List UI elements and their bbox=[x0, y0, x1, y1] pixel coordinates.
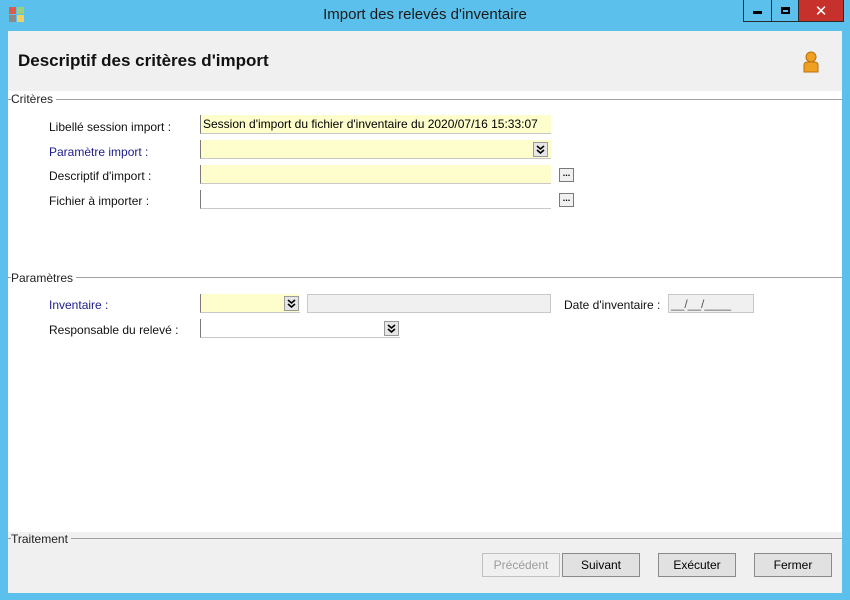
fichier-importer-field[interactable] bbox=[200, 190, 551, 209]
parametre-import-dropdown-button[interactable] bbox=[533, 142, 548, 157]
minimize-button[interactable] bbox=[743, 0, 772, 22]
responsable-label: Responsable du relevé : bbox=[49, 323, 179, 337]
chevron-down-icon bbox=[387, 324, 396, 333]
fichier-importer-label: Fichier à importer : bbox=[49, 194, 150, 208]
responsable-dropdown-button[interactable] bbox=[384, 321, 399, 336]
date-inventaire-field[interactable]: __/__/____ bbox=[668, 294, 754, 313]
window-title: Import des relevés d'inventaire bbox=[323, 6, 527, 23]
traitement-group-label: Traitement bbox=[11, 532, 71, 546]
maximize-icon bbox=[780, 7, 790, 14]
suivant-button[interactable]: Suivant bbox=[562, 553, 640, 577]
close-icon: ✕ bbox=[814, 2, 828, 20]
inventaire-dropdown-button[interactable] bbox=[284, 296, 299, 311]
chevron-down-icon bbox=[536, 145, 545, 154]
inventaire-label: Inventaire : bbox=[49, 298, 109, 312]
parametre-import-select[interactable] bbox=[200, 140, 551, 159]
title-bar[interactable]: Import des relevés d'inventaire ✕ bbox=[0, 0, 850, 30]
parametres-divider bbox=[8, 277, 842, 278]
descriptif-browse-button[interactable]: ... bbox=[559, 168, 574, 182]
traitement-divider bbox=[8, 538, 842, 539]
chevron-down-icon bbox=[287, 299, 296, 308]
minimize-icon bbox=[753, 11, 762, 14]
criteres-group-label: Critères bbox=[11, 92, 57, 106]
criteres-divider bbox=[8, 99, 842, 100]
maximize-button[interactable] bbox=[771, 0, 799, 22]
user-icon bbox=[803, 51, 819, 73]
dialog-client: Descriptif des critères d'import Critère… bbox=[8, 31, 842, 593]
libelle-session-field[interactable]: Session d'import du fichier d'inventaire… bbox=[200, 115, 551, 134]
descriptif-import-label: Descriptif d'import : bbox=[49, 169, 152, 183]
window-frame: Import des relevés d'inventaire ✕ Descri… bbox=[0, 0, 850, 600]
descriptif-import-field[interactable] bbox=[200, 165, 551, 184]
responsable-select[interactable] bbox=[200, 319, 400, 338]
parametre-import-label: Paramètre import : bbox=[49, 145, 149, 159]
date-inventaire-label: Date d'inventaire : bbox=[564, 298, 661, 312]
inventaire-description-field bbox=[307, 294, 551, 313]
libelle-label: Libellé session import : bbox=[49, 120, 172, 134]
fermer-button[interactable]: Fermer bbox=[754, 553, 832, 577]
dialog-header: Descriptif des critères d'import bbox=[8, 31, 842, 91]
parametres-group-label: Paramètres bbox=[11, 271, 77, 285]
close-button[interactable]: ✕ bbox=[798, 0, 844, 22]
page-title: Descriptif des critères d'import bbox=[18, 51, 269, 70]
executer-button[interactable]: Exécuter bbox=[658, 553, 736, 577]
precedent-button[interactable]: Précédent bbox=[482, 553, 560, 577]
fichier-browse-button[interactable]: ... bbox=[559, 193, 574, 207]
